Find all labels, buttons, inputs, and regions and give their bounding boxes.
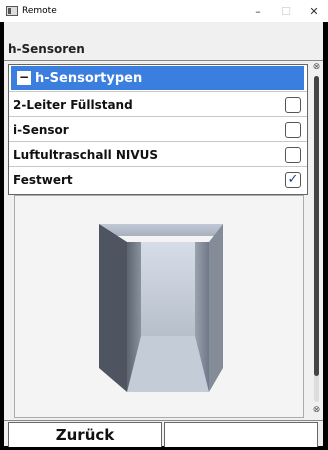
list-item-luftultraschall[interactable]: Luftultraschall NIVUS [9, 141, 307, 167]
channel-illustration [14, 195, 304, 418]
maximize-icon: ☐ [281, 4, 291, 18]
scroll-thumb[interactable] [314, 76, 319, 376]
list-item-label: Luftultraschall NIVUS [13, 147, 159, 162]
channel-3d-icon [99, 224, 223, 392]
list-item-label: Festwert [13, 172, 73, 187]
footer-right-button[interactable] [164, 422, 318, 447]
minimize-icon[interactable]: – [244, 5, 272, 18]
list-header-label: h-Sensortypen [35, 70, 143, 86]
list-header-sensortypen[interactable]: − h-Sensortypen [11, 66, 304, 90]
sensor-type-list: − h-Sensortypen 2-Leiter Füllstand i-Sen… [8, 64, 308, 195]
close-icon[interactable]: ✕ [300, 5, 328, 18]
checkbox-2-leiter[interactable] [285, 96, 301, 113]
window-title-bar: Remote – ☐ ✕ [0, 0, 328, 22]
collapse-icon[interactable]: − [17, 71, 31, 85]
app-icon [6, 6, 18, 16]
scroll-up-icon[interactable]: ⊗ [311, 62, 322, 73]
back-button[interactable]: Zurück [8, 422, 162, 447]
footer-divider [4, 420, 323, 421]
checkbox-festwert[interactable]: ✓ [285, 171, 301, 188]
list-item-festwert[interactable]: Festwert ✓ [9, 166, 307, 192]
list-item-label: i-Sensor [13, 122, 69, 137]
section-title: h-Sensoren [8, 42, 85, 56]
scroll-down-icon[interactable]: ⊗ [311, 405, 322, 416]
checkbox-luftultraschall[interactable] [285, 146, 301, 163]
checkbox-i-sensor[interactable] [285, 121, 301, 138]
scrollbar[interactable]: ⊗ ⊗ [311, 62, 322, 418]
header-divider [4, 60, 323, 61]
list-item-label: 2-Leiter Füllstand [13, 97, 133, 112]
scroll-track[interactable] [314, 76, 319, 402]
list-item-i-sensor[interactable]: i-Sensor [9, 116, 307, 142]
device-screen: h-Sensoren − h-Sensortypen 2-Leiter Füll… [4, 22, 323, 447]
list-item-2-leiter[interactable]: 2-Leiter Füllstand [9, 91, 307, 117]
window-title: Remote [22, 6, 57, 16]
